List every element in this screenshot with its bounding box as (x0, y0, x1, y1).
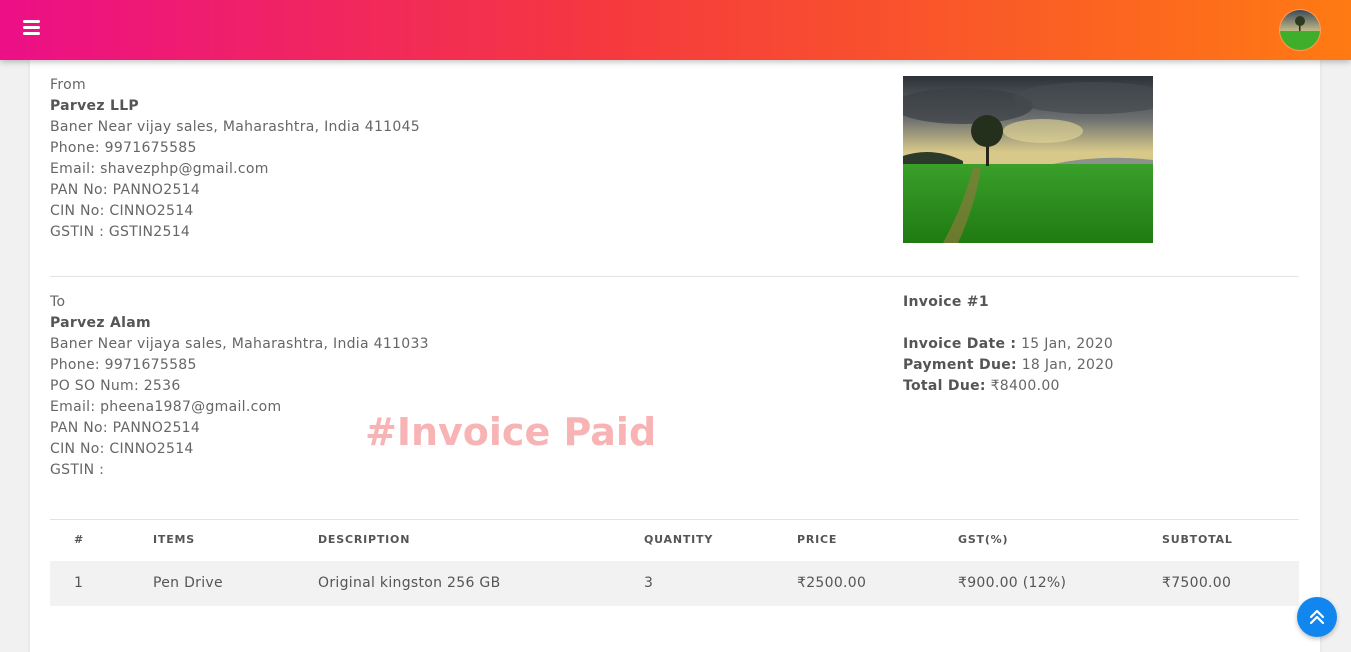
col-header-gst: GST(%) (958, 533, 1009, 546)
col-header-items: ITEMS (153, 533, 195, 546)
hamburger-menu-icon[interactable] (23, 20, 40, 35)
col-header-index: # (74, 533, 85, 546)
invoice-number: Invoice #1 (903, 294, 989, 310)
row-gst: ₹900.00 (12%) (958, 575, 1067, 591)
col-header-price: PRICE (797, 533, 838, 546)
payment-due-label: Payment Due: (903, 357, 1017, 373)
from-phone: Phone: 9971675585 (50, 140, 197, 156)
to-gstin: GSTIN : (50, 462, 105, 478)
user-avatar[interactable] (1280, 10, 1320, 50)
payment-due-row: Payment Due: 18 Jan, 2020 (903, 355, 1114, 376)
row-subtotal: ₹7500.00 (1162, 575, 1232, 591)
to-po-number: PO SO Num: 2536 (50, 378, 181, 394)
invoice-paid-watermark: #Invoice Paid (365, 410, 657, 454)
row-price: ₹2500.00 (797, 575, 867, 591)
top-navbar (0, 0, 1351, 60)
from-email: Email: shavezphp@gmail.com (50, 161, 269, 177)
to-label: To (50, 294, 66, 310)
invoice-details: Invoice #1 Invoice Date : 15 Jan, 2020 P… (903, 292, 1114, 397)
avatar-image (1280, 10, 1320, 50)
from-label: From (50, 77, 86, 93)
from-address: Baner Near vijay sales, Maharashtra, Ind… (50, 119, 420, 135)
from-gstin: GSTIN : GSTIN2514 (50, 224, 191, 240)
scroll-to-top-button[interactable] (1297, 597, 1337, 637)
to-customer-name: Parvez Alam (50, 315, 151, 331)
company-logo-image (903, 76, 1153, 243)
col-header-subtotal: SUBTOTAL (1162, 533, 1233, 546)
total-due-label: Total Due: (903, 378, 986, 394)
invoice-date-label: Invoice Date : (903, 336, 1017, 352)
from-cin: CIN No: CINNO2514 (50, 203, 194, 219)
payment-due-value: 18 Jan, 2020 (1016, 357, 1114, 373)
from-pan: PAN No: PANNO2514 (50, 182, 201, 198)
to-phone: Phone: 9971675585 (50, 357, 197, 373)
row-item: Pen Drive (153, 575, 223, 591)
row-description: Original kingston 256 GB (318, 575, 501, 591)
invoice-date-row: Invoice Date : 15 Jan, 2020 (903, 334, 1114, 355)
section-divider (50, 276, 1299, 277)
invoice-date-value: 15 Jan, 2020 (1016, 336, 1114, 352)
to-address: Baner Near vijaya sales, Maharashtra, In… (50, 336, 429, 352)
double-chevron-up-icon (1309, 609, 1325, 625)
row-quantity: 3 (644, 575, 654, 591)
total-due-row: Total Due: ₹8400.00 (903, 376, 1114, 397)
col-header-quantity: QUANTITY (644, 533, 714, 546)
from-company-name: Parvez LLP (50, 98, 139, 114)
from-section: From Parvez LLP Baner Near vijay sales, … (50, 75, 420, 243)
col-header-description: DESCRIPTION (318, 533, 411, 546)
table-row (50, 561, 1299, 606)
total-due-value: ₹8400.00 (985, 378, 1060, 394)
row-index: 1 (74, 575, 84, 591)
table-top-divider (50, 519, 1299, 520)
